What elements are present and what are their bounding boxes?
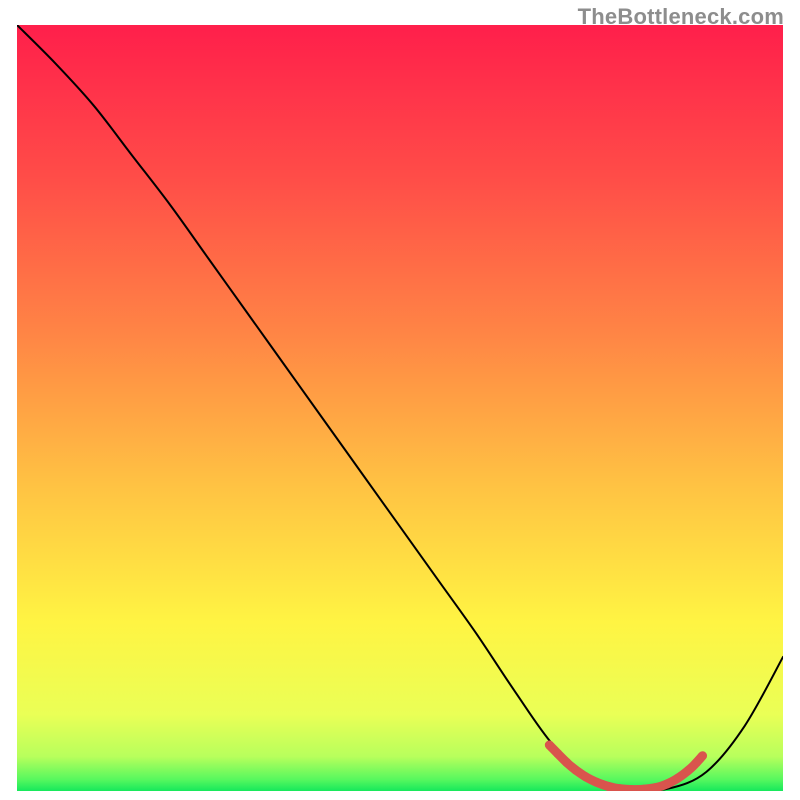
bottleneck-chart — [17, 25, 783, 791]
chart-background — [17, 25, 783, 791]
chart-container — [17, 25, 783, 791]
